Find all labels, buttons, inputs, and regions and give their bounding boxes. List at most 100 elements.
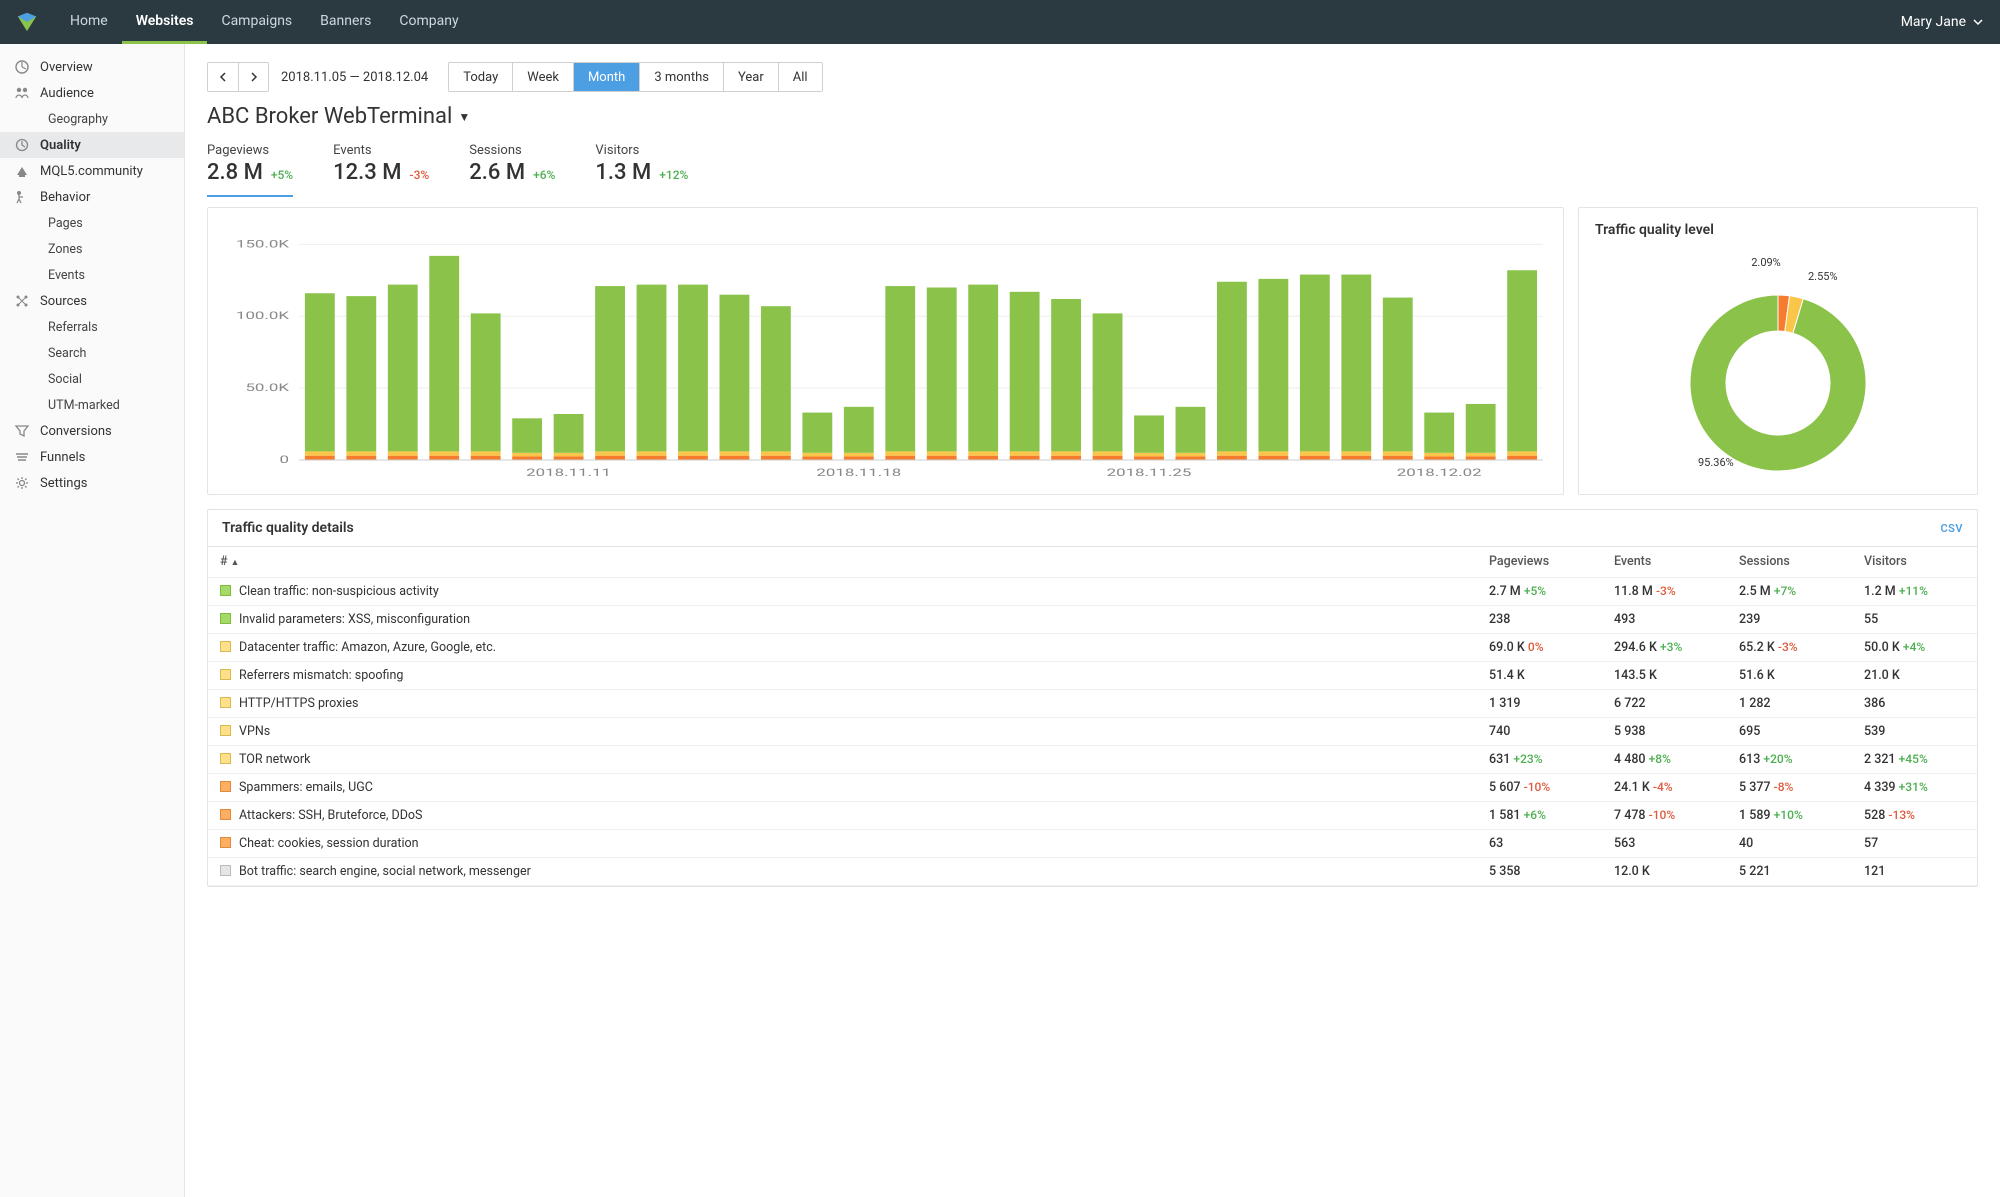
swatch-icon <box>220 585 231 596</box>
content: 2018.11.05 — 2018.12.04 TodayWeekMonth3 … <box>185 44 2000 1197</box>
chevron-right-icon <box>249 72 259 82</box>
svg-text:2018.12.02: 2018.12.02 <box>1397 467 1482 479</box>
sidebar-item-overview[interactable]: Overview <box>0 54 184 80</box>
range-year[interactable]: Year <box>723 63 778 91</box>
nav-campaigns[interactable]: Campaigns <box>207 0 306 44</box>
donut-chart: 2.09%2.55%95.36% <box>1648 248 1908 478</box>
user-menu[interactable]: Mary Jane <box>1901 14 1984 30</box>
sidebar-item-search[interactable]: Search <box>0 340 184 366</box>
range-buttons: TodayWeekMonth3 monthsYearAll <box>448 62 822 92</box>
metric-events[interactable]: Events12.3 M-3% <box>333 143 429 197</box>
prev-button[interactable] <box>208 63 238 91</box>
metric-pageviews[interactable]: Pageviews2.8 M+5% <box>207 143 293 197</box>
swatch-icon <box>220 641 231 652</box>
range-week[interactable]: Week <box>512 63 573 91</box>
sidebar-item-utm-marked[interactable]: UTM-marked <box>0 392 184 418</box>
table-row[interactable]: Invalid parameters: XSS, misconfiguratio… <box>208 605 1977 633</box>
nav-home[interactable]: Home <box>56 0 122 44</box>
donut-panel: Traffic quality level 2.09%2.55%95.36% <box>1578 207 1978 495</box>
details-table: #▲PageviewsEventsSessionsVisitorsClean t… <box>208 547 1977 886</box>
svg-text:2.55%: 2.55% <box>1808 270 1838 283</box>
sidebar-item-zones[interactable]: Zones <box>0 236 184 262</box>
sidebar-item-mql5-community[interactable]: MQL5.community <box>0 158 184 184</box>
swatch-icon <box>220 837 231 848</box>
brand-logo <box>16 11 38 33</box>
svg-text:150.0K: 150.0K <box>236 239 289 251</box>
swatch-icon <box>220 865 231 876</box>
swatch-icon <box>220 809 231 820</box>
table-row[interactable]: HTTP/HTTPS proxies1 3196 7221 282386 <box>208 689 1977 717</box>
nav-banners[interactable]: Banners <box>306 0 385 44</box>
sidebar: OverviewAudienceGeographyQualityMQL5.com… <box>0 44 185 1197</box>
metric-visitors[interactable]: Visitors1.3 M+12% <box>595 143 688 197</box>
sidebar-item-quality[interactable]: Quality <box>0 132 184 158</box>
overview-icon <box>14 59 30 75</box>
sidebar-item-behavior[interactable]: Behavior <box>0 184 184 210</box>
behavior-icon <box>14 189 30 205</box>
swatch-icon <box>220 725 231 736</box>
sidebar-item-audience[interactable]: Audience <box>0 80 184 106</box>
caret-down-icon: ▼ <box>458 110 470 124</box>
table-row[interactable]: Spammers: emails, UGC5 607 -10%24.1 K -4… <box>208 773 1977 801</box>
next-button[interactable] <box>238 63 268 91</box>
conversions-icon <box>14 423 30 439</box>
sidebar-item-referrals[interactable]: Referrals <box>0 314 184 340</box>
svg-text:100.0K: 100.0K <box>236 311 289 323</box>
metric-sessions[interactable]: Sessions2.6 M+6% <box>469 143 555 197</box>
audience-icon <box>14 85 30 101</box>
col-pageviews[interactable]: Pageviews <box>1477 547 1602 577</box>
col-sessions[interactable]: Sessions <box>1727 547 1852 577</box>
toolbar: 2018.11.05 — 2018.12.04 TodayWeekMonth3 … <box>207 62 1978 92</box>
bar-chart-panel: 050.0K100.0K150.0K2018.11.112018.11.1820… <box>207 207 1564 495</box>
col-visitors[interactable]: Visitors <box>1852 547 1977 577</box>
sidebar-item-conversions[interactable]: Conversions <box>0 418 184 444</box>
range-all[interactable]: All <box>778 63 822 91</box>
col-name[interactable]: #▲ <box>208 547 1477 577</box>
donut-title: Traffic quality level <box>1595 222 1961 238</box>
svg-text:2018.11.25: 2018.11.25 <box>1107 467 1192 479</box>
metrics: Pageviews2.8 M+5% Events12.3 M-3% Sessions… <box>207 143 1978 197</box>
svg-text:2018.11.18: 2018.11.18 <box>816 467 901 479</box>
svg-text:2.09%: 2.09% <box>1751 256 1781 269</box>
nav-company[interactable]: Company <box>385 0 472 44</box>
sidebar-item-social[interactable]: Social <box>0 366 184 392</box>
chevron-left-icon <box>218 72 228 82</box>
svg-text:2018.11.11: 2018.11.11 <box>526 467 611 479</box>
table-row[interactable]: Clean traffic: non-suspicious activity2.… <box>208 577 1977 605</box>
details-panel: Traffic quality details CSV #▲PageviewsE… <box>207 509 1978 887</box>
range-today[interactable]: Today <box>449 63 512 91</box>
sidebar-item-funnels[interactable]: Funnels <box>0 444 184 470</box>
page-title[interactable]: ABC Broker WebTerminal ▼ <box>207 104 1978 129</box>
funnels-icon <box>14 449 30 465</box>
swatch-icon <box>220 669 231 680</box>
swatch-icon <box>220 613 231 624</box>
table-row[interactable]: Referrers mismatch: spoofing51.4 K143.5 … <box>208 661 1977 689</box>
chevron-down-icon <box>1972 16 1984 28</box>
col-events[interactable]: Events <box>1602 547 1727 577</box>
sidebar-item-sources[interactable]: Sources <box>0 288 184 314</box>
date-pager <box>207 62 269 92</box>
sidebar-item-pages[interactable]: Pages <box>0 210 184 236</box>
table-row[interactable]: TOR network631 +23%4 480 +8%613 +20%2 32… <box>208 745 1977 773</box>
csv-export[interactable]: CSV <box>1940 522 1963 535</box>
table-row[interactable]: Datacenter traffic: Amazon, Azure, Googl… <box>208 633 1977 661</box>
range-3-months[interactable]: 3 months <box>639 63 723 91</box>
range-month[interactable]: Month <box>573 63 639 91</box>
table-row[interactable]: Attackers: SSH, Bruteforce, DDoS1 581 +6… <box>208 801 1977 829</box>
details-title: Traffic quality details <box>222 520 354 536</box>
bar-chart: 050.0K100.0K150.0K2018.11.112018.11.1820… <box>218 222 1553 482</box>
sidebar-item-geography[interactable]: Geography <box>0 106 184 132</box>
topbar: HomeWebsitesCampaignsBannersCompany Mary… <box>0 0 2000 44</box>
swatch-icon <box>220 753 231 764</box>
table-row[interactable]: VPNs7405 938695539 <box>208 717 1977 745</box>
swatch-icon <box>220 781 231 792</box>
sort-asc-icon: ▲ <box>231 558 240 568</box>
table-row[interactable]: Bot traffic: search engine, social netwo… <box>208 857 1977 885</box>
date-range[interactable]: 2018.11.05 — 2018.12.04 <box>281 70 428 85</box>
table-row[interactable]: Cheat: cookies, session duration63563405… <box>208 829 1977 857</box>
nav-websites[interactable]: Websites <box>122 0 208 44</box>
sidebar-item-settings[interactable]: Settings <box>0 470 184 496</box>
svg-text:0: 0 <box>279 454 289 466</box>
top-nav: HomeWebsitesCampaignsBannersCompany <box>56 0 473 44</box>
sidebar-item-events[interactable]: Events <box>0 262 184 288</box>
